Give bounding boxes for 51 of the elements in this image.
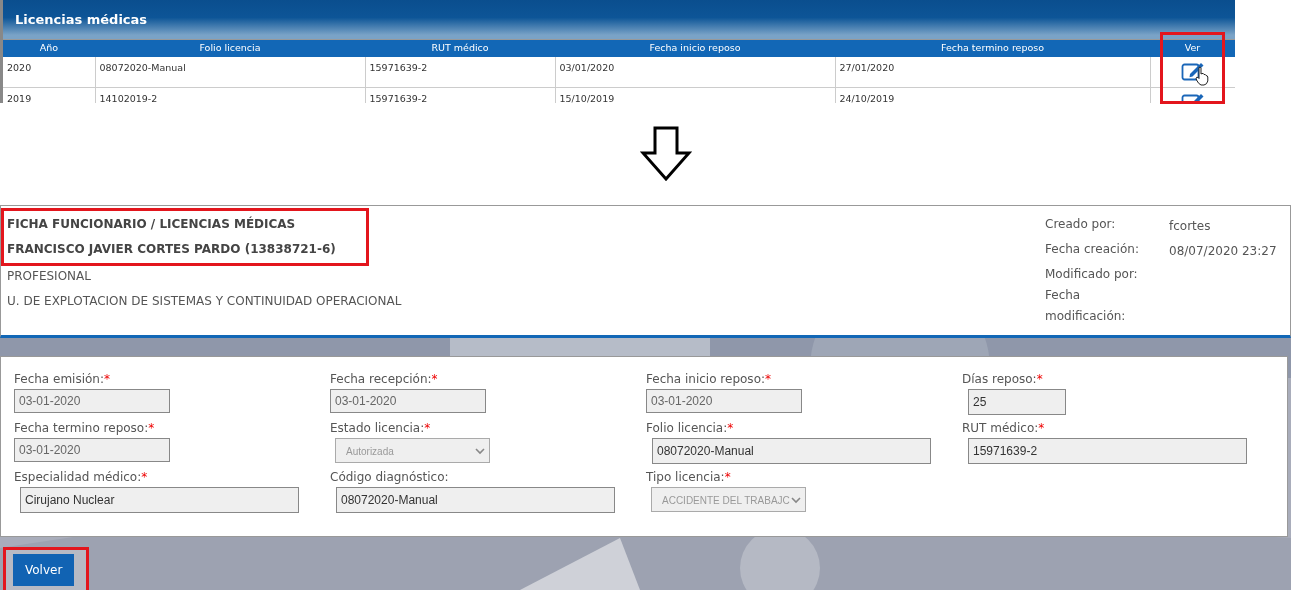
- column-header: RUT médico: [365, 40, 555, 57]
- input-field[interactable]: 03-01-2020: [14, 438, 170, 462]
- back-button[interactable]: Volver: [13, 554, 75, 586]
- table-cell: 24/10/2019: [835, 87, 1150, 103]
- table-cell: 15971639-2: [365, 87, 555, 103]
- input-field[interactable]: 03-01-2020: [646, 389, 802, 413]
- table-cell: 2020: [3, 57, 95, 87]
- table-cell: 15/10/2019: [555, 87, 835, 103]
- input-field[interactable]: 08072020-Manual: [336, 487, 615, 513]
- input-field[interactable]: 03-01-2020: [14, 389, 170, 413]
- input-field[interactable]: 25: [968, 389, 1066, 415]
- column-header: Año: [3, 40, 95, 57]
- breadcrumb: FICHA FUNCIONARIO / LICENCIAS MÉDICAS: [7, 215, 297, 233]
- field-label: Código diagnóstico:: [330, 469, 450, 485]
- meta-label: Creado por:: [1045, 216, 1117, 233]
- table-cell: 08072020-Manual: [95, 57, 365, 87]
- unit-text: U. DE EXPLOTACION DE SISTEMAS Y CONTINUIDAD OPERACIONAL: [7, 293, 402, 310]
- table-cell: 27/01/2020: [835, 57, 1150, 87]
- input-field[interactable]: 03-01-2020: [330, 389, 486, 413]
- employee-name: FRANCISCO JAVIER CORTES PARDO (13838721-6): [7, 241, 336, 258]
- meta-label: Modificado por:: [1045, 266, 1139, 283]
- position-text: PROFESIONAL: [7, 268, 92, 285]
- input-field[interactable]: Cirujano Nuclear: [20, 487, 299, 513]
- field-label: RUT médico:*: [962, 420, 1046, 436]
- field-label: Estado licencia:*: [330, 420, 432, 436]
- field-label: Fecha inicio reposo:*: [646, 371, 772, 387]
- table-cell: 15971639-2: [365, 57, 555, 87]
- meta-value: 08/07/2020 23:27: [1169, 243, 1278, 260]
- column-header: Fecha termino reposo: [835, 40, 1150, 57]
- column-header: Fecha inicio reposo: [555, 40, 835, 57]
- input-field[interactable]: 15971639-2: [968, 438, 1247, 464]
- field-label: Especialidad médico:*: [14, 469, 149, 485]
- field-label: Fecha recepción:*: [330, 371, 439, 387]
- column-header: Ver: [1150, 40, 1235, 57]
- meta-value: fcortes: [1169, 218, 1212, 235]
- field-label: Tipo licencia:*: [646, 469, 732, 485]
- field-label: Fecha termino reposo:*: [14, 420, 156, 436]
- chevron-icon: [791, 497, 801, 504]
- input-field[interactable]: 08072020-Manual: [652, 438, 931, 464]
- column-header: Folio licencia: [95, 40, 365, 57]
- field-label: Folio licencia:*: [646, 420, 735, 436]
- field-label: Días reposo:*: [962, 371, 1044, 387]
- chevron-icon: [475, 448, 485, 455]
- down-arrow-icon: [639, 126, 692, 182]
- panel-title: Licencias médicas: [3, 0, 1235, 40]
- meta-label: Fecha creación:: [1045, 241, 1140, 258]
- meta-label: Fecha modificación:: [1045, 287, 1127, 325]
- field-label: Fecha emisión:*: [14, 371, 111, 387]
- table-cell: 14102019-2: [95, 87, 365, 103]
- table-cell: 2019: [3, 87, 95, 103]
- table-cell: 03/01/2020: [555, 57, 835, 87]
